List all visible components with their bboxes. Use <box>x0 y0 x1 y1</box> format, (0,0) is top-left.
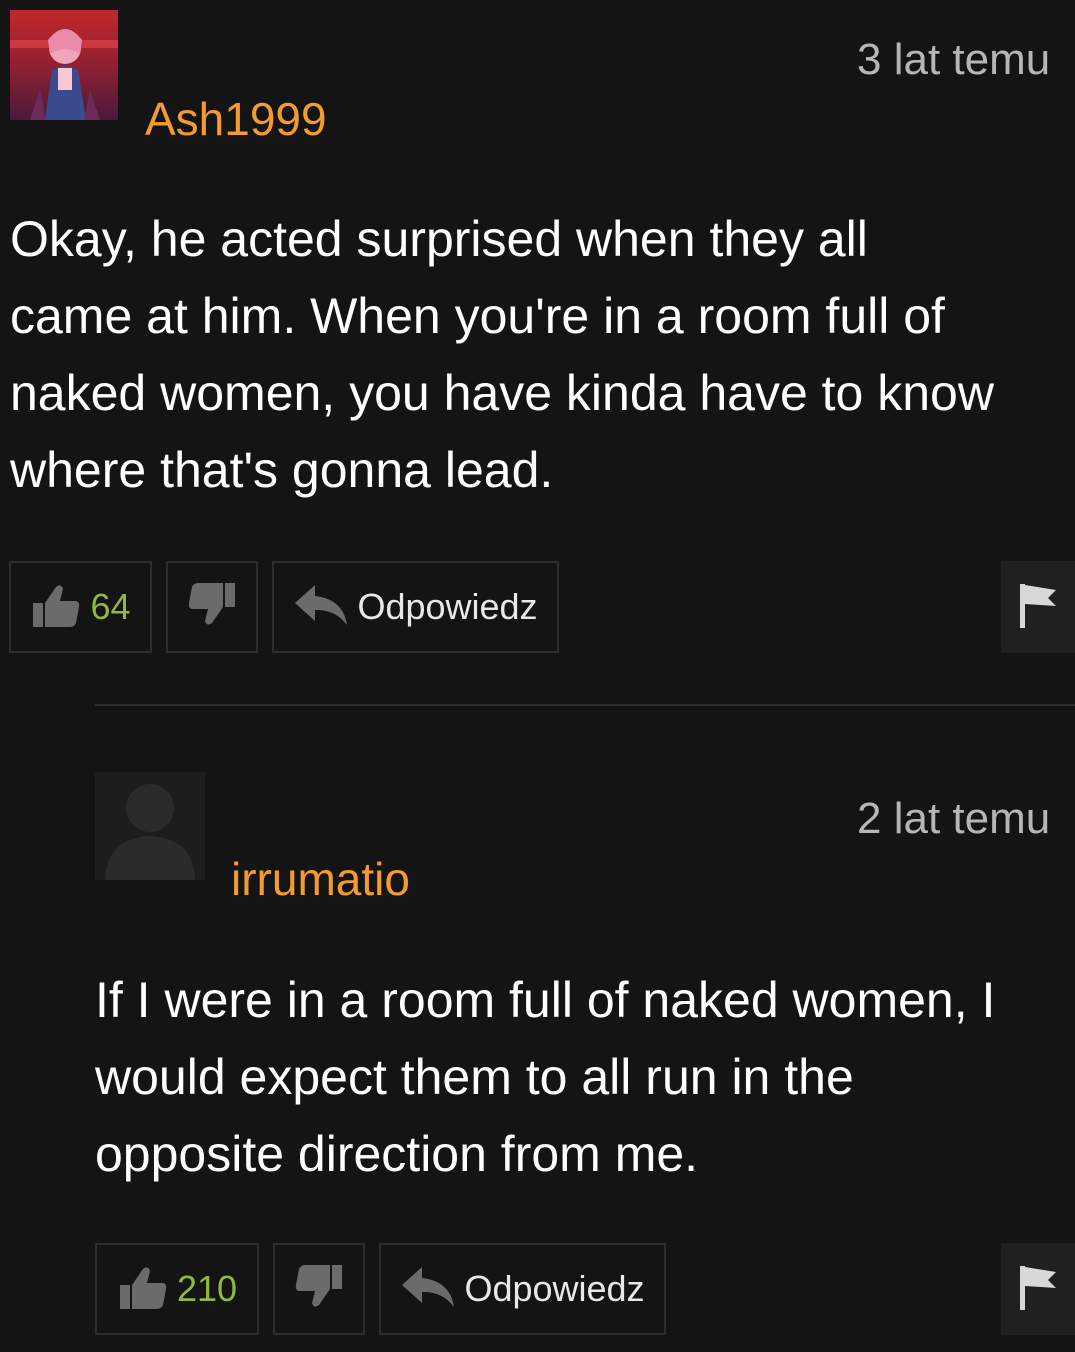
username[interactable]: Ash1999 <box>145 96 327 142</box>
user-avatar[interactable] <box>10 10 118 120</box>
reply-label: Odpowiedz <box>464 1268 645 1309</box>
timestamp: 3 lat temu <box>857 35 1051 84</box>
timestamp: 2 lat temu <box>857 794 1051 843</box>
reply-button[interactable]: Odpowiedz <box>272 561 559 653</box>
report-button[interactable] <box>1001 561 1075 653</box>
dislike-button[interactable] <box>166 561 258 653</box>
dislike-button[interactable] <box>273 1243 365 1335</box>
comment-line: where that's gonna lead. <box>10 442 554 498</box>
thumbs-down-icon <box>293 1261 345 1318</box>
username[interactable]: irrumatio <box>231 856 410 902</box>
comment-2: irrumatio 2 lat temu If I were in a room… <box>0 706 1075 1352</box>
like-count: 210 <box>176 1268 238 1309</box>
thumbs-down-icon <box>186 579 238 636</box>
comment-line: opposite direction from me. <box>95 1126 699 1182</box>
thumbs-up-icon <box>117 1261 169 1318</box>
comment-body: If I were in a room full of naked women,… <box>95 962 995 1193</box>
reply-label: Odpowiedz <box>357 586 538 627</box>
comment-line: came at him. When you're in a room full … <box>10 288 945 344</box>
flag-icon <box>1016 580 1060 635</box>
thumbs-up-icon <box>30 579 82 636</box>
comment-1: Ash1999 3 lat temu Okay, he acted surpri… <box>0 0 1075 700</box>
comment-line: would expect them to all run in the <box>95 1049 854 1105</box>
comment-line: If I were in a room full of naked women,… <box>95 972 996 1028</box>
flag-icon <box>1016 1262 1060 1317</box>
comment-body: Okay, he acted surprised when they all c… <box>10 201 994 509</box>
reply-button[interactable]: Odpowiedz <box>379 1243 666 1335</box>
reply-arrow-icon <box>293 583 349 632</box>
user-avatar[interactable] <box>95 772 205 880</box>
report-button[interactable] <box>1001 1243 1075 1335</box>
reply-arrow-icon <box>400 1265 456 1314</box>
like-button[interactable]: 210 <box>95 1243 259 1335</box>
like-button[interactable]: 64 <box>9 561 152 653</box>
comment-line: Okay, he acted surprised when they all <box>10 211 868 267</box>
like-count: 64 <box>90 586 131 627</box>
comment-line: naked women, you have kinda have to know <box>10 365 994 421</box>
